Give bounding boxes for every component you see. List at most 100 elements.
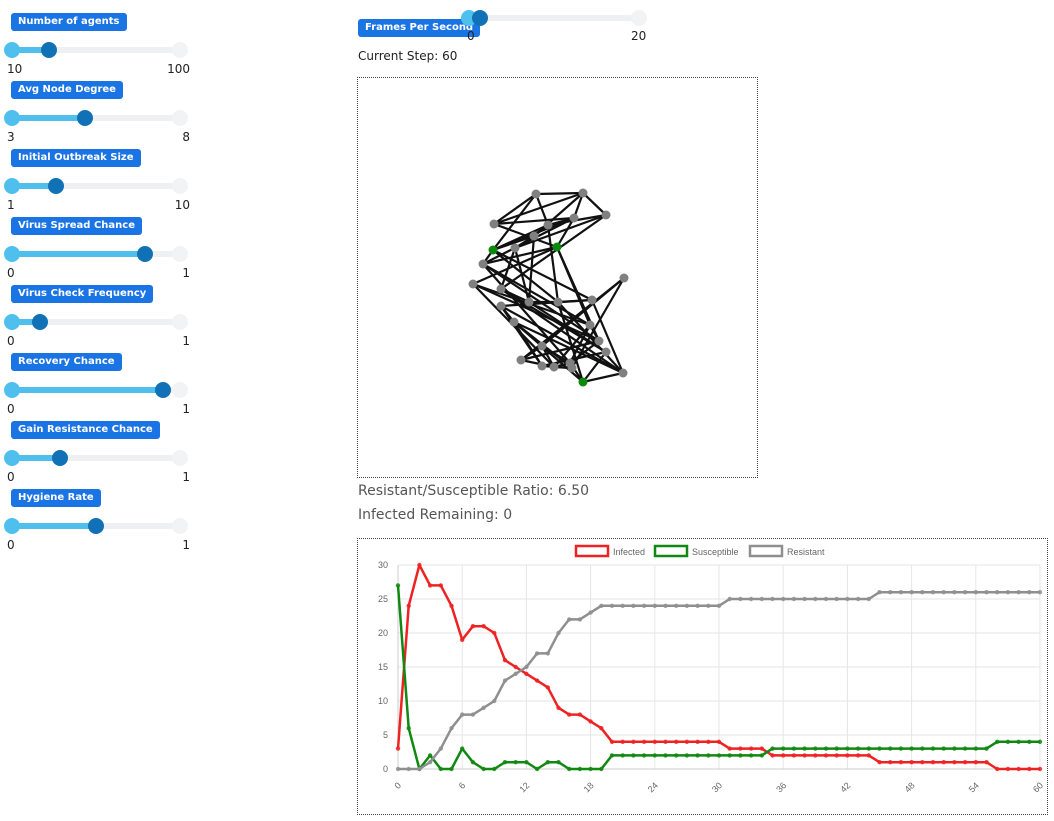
data-point-infected [984, 760, 989, 765]
data-point-susceptible [502, 760, 508, 765]
legend-label-resistant: Resistant [787, 547, 825, 557]
data-point-susceptible [813, 746, 818, 751]
data-point-susceptible [962, 746, 968, 751]
data-point-susceptible [395, 583, 401, 588]
check-slider[interactable] [4, 314, 188, 330]
network-canvas[interactable] [357, 77, 758, 478]
data-point-resistant [620, 603, 625, 608]
fps-slider[interactable] [461, 10, 647, 26]
data-point-infected [481, 624, 486, 629]
degree-slider[interactable] [4, 110, 188, 126]
data-point-infected [813, 753, 818, 758]
data-point-resistant [674, 603, 679, 608]
sir-chart-svg: 0 5 10 15 20 25 30 0 6 12 18 24 30 36 42 48 54 60 Infected… [378, 544, 1045, 794]
data-point-resistant [952, 590, 957, 595]
data-point-resistant [930, 590, 936, 595]
check-slider-knob[interactable] [31, 314, 48, 330]
data-point-infected [556, 705, 561, 710]
data-point-susceptible [855, 746, 861, 751]
data-point-resistant [502, 678, 508, 683]
data-point-infected [973, 760, 978, 765]
data-point-susceptible [684, 753, 690, 758]
agents-max: 100 [167, 62, 190, 76]
x-tick-label: 6 [457, 780, 468, 791]
data-point-infected [427, 583, 433, 588]
data-point-resistant [556, 630, 561, 636]
data-point-infected [834, 753, 839, 758]
x-tick-label: 0 [393, 780, 404, 791]
network-node-resistant [478, 259, 488, 269]
network-node-resistant [537, 361, 547, 371]
network-node-resistant [543, 220, 553, 230]
data-point-susceptible [1016, 739, 1021, 744]
outbreak-max: 10 [174, 198, 190, 212]
data-point-susceptible [492, 766, 497, 772]
data-point-susceptible [930, 746, 936, 751]
spread-slider[interactable] [4, 246, 188, 262]
resistance-min: 0 [7, 470, 15, 484]
resistance-slider[interactable] [4, 450, 188, 466]
data-point-susceptible [449, 766, 454, 772]
data-point-infected [716, 739, 722, 744]
data-point-resistant [984, 590, 989, 595]
data-point-resistant [727, 596, 732, 602]
data-point-susceptible [888, 746, 893, 751]
data-point-resistant [920, 590, 925, 595]
data-point-resistant [1005, 590, 1011, 595]
data-point-infected [545, 685, 550, 690]
data-point-susceptible [406, 726, 411, 731]
resistance-slider-knob[interactable] [51, 450, 68, 466]
agents-slider[interactable] [4, 42, 188, 58]
network-node-resistant [594, 336, 604, 346]
data-point-susceptible [716, 753, 722, 758]
fps-slider-knob[interactable] [472, 10, 489, 26]
y-tick-label: 0 [383, 764, 388, 774]
data-point-infected [577, 712, 583, 717]
data-point-resistant [534, 651, 540, 656]
network-node-susceptible [488, 245, 498, 255]
legend-label-infected: Infected [613, 547, 645, 557]
network-node-resistant [496, 301, 506, 311]
fps-max: 20 [631, 29, 647, 43]
hygiene-min: 0 [7, 538, 15, 552]
x-tick-label: 36 [774, 780, 788, 794]
data-point-resistant [460, 712, 465, 717]
data-point-infected [909, 760, 914, 765]
data-point-resistant [513, 671, 518, 676]
network-edge [546, 224, 560, 303]
data-point-infected [524, 671, 529, 676]
data-point-susceptible [909, 746, 914, 751]
recovery-slider-knob[interactable] [155, 382, 172, 398]
network-node-resistant [510, 243, 520, 253]
degree-slider-knob[interactable] [77, 110, 94, 126]
data-point-susceptible [920, 746, 925, 751]
recovery-slider[interactable] [4, 382, 188, 398]
data-point-infected [770, 753, 775, 758]
data-point-susceptible [567, 766, 572, 772]
spread-slider-knob[interactable] [137, 246, 154, 262]
data-point-susceptible [877, 746, 882, 751]
data-point-susceptible [481, 766, 486, 772]
data-point-resistant [791, 596, 797, 602]
outbreak-slider-knob[interactable] [47, 178, 64, 194]
hygiene-slider[interactable] [4, 518, 188, 534]
data-point-resistant [470, 712, 476, 717]
agents-min: 10 [7, 62, 23, 76]
outbreak-label: Initial Outbreak Size [11, 149, 141, 167]
data-point-resistant [845, 596, 850, 602]
outbreak-slider[interactable] [4, 178, 188, 194]
data-point-susceptible [556, 760, 561, 765]
network-graph [468, 188, 629, 387]
data-point-susceptible [727, 753, 732, 758]
data-point-infected [417, 562, 422, 568]
data-point-resistant [941, 590, 946, 595]
data-point-infected [920, 760, 925, 765]
data-point-susceptible [470, 760, 476, 765]
degree-max: 8 [182, 130, 190, 144]
data-point-resistant [855, 596, 861, 602]
spread-min: 0 [7, 266, 15, 280]
agents-slider-knob[interactable] [41, 42, 58, 58]
data-point-susceptible [588, 766, 593, 772]
hygiene-slider-knob[interactable] [88, 518, 104, 534]
data-point-infected [620, 739, 625, 744]
